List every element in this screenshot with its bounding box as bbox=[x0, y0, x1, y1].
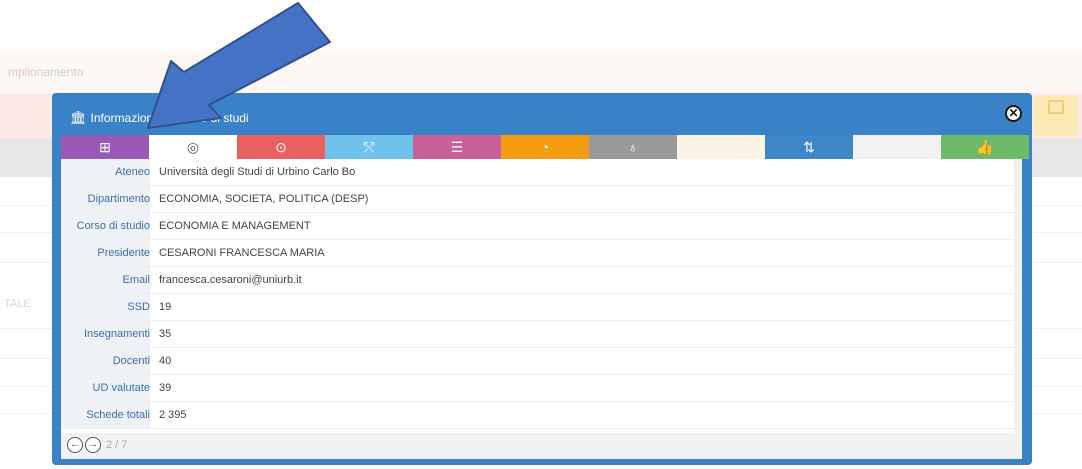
annotation-arrow-shape bbox=[147, 2, 331, 129]
annotation-arrow bbox=[147, 2, 331, 129]
